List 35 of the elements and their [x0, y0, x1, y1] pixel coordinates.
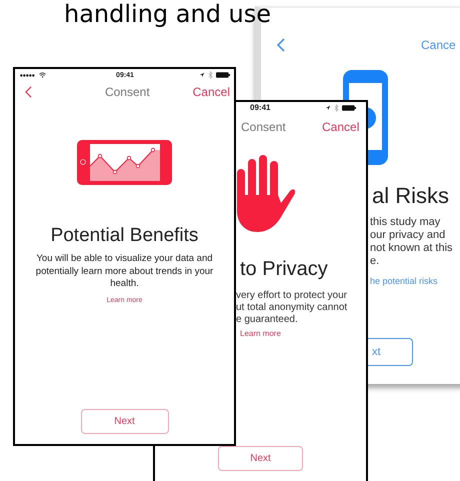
- screen-title: to Privacy: [240, 258, 328, 281]
- next-button[interactable]: xt: [368, 338, 413, 366]
- signal-icon: [20, 74, 36, 76]
- slide-title: handling and use: [64, 0, 272, 28]
- phone-chart-icon: [77, 140, 172, 185]
- screen-title: al Risks: [372, 183, 450, 209]
- status-time: 09:41: [250, 103, 270, 112]
- body-text: e.: [370, 255, 380, 268]
- chevron-icon[interactable]: [25, 86, 32, 98]
- nav-title: Consent: [241, 120, 286, 134]
- cancel-link[interactable]: Cancel: [322, 120, 360, 134]
- body-text: this study may: [370, 216, 442, 229]
- body-text: not known at this: [370, 242, 453, 255]
- location-icon: [199, 72, 205, 78]
- location-icon: [325, 105, 331, 111]
- learn-more-link[interactable]: Learn more: [240, 329, 281, 338]
- next-button[interactable]: Next: [218, 446, 303, 471]
- nav-title: Consent: [104, 85, 150, 99]
- body-text: You will be able to visualize your data and potentially learn more about trends in your health.: [34, 253, 214, 290]
- cancel-link[interactable]: Cance: [421, 38, 456, 52]
- bluetooth-icon: [208, 71, 213, 79]
- battery-icon: [342, 105, 356, 111]
- body-text: our privacy and: [370, 229, 446, 242]
- battery-icon: [216, 72, 230, 78]
- chevron-icon[interactable]: [277, 38, 285, 52]
- bluetooth-icon: [334, 104, 339, 112]
- body-text: ut total anonymity cannot: [236, 302, 348, 314]
- screen-title: Potential Benefits: [50, 225, 198, 247]
- body-text: very effort to protect your: [236, 290, 348, 302]
- cancel-link[interactable]: Cancel: [192, 85, 230, 99]
- body-text: e guaranteed.: [236, 314, 299, 326]
- wifi-icon: [39, 72, 46, 78]
- hand-icon: [237, 155, 295, 232]
- risks-link[interactable]: he potential risks: [370, 276, 438, 286]
- next-button[interactable]: Next: [80, 409, 168, 434]
